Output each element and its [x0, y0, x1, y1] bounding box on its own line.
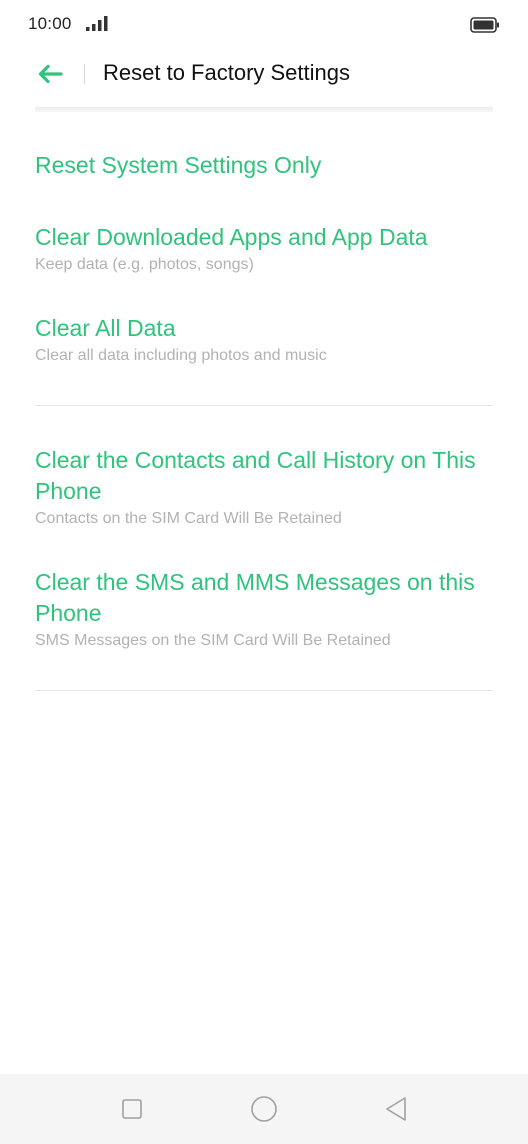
battery-icon — [470, 17, 499, 33]
option-title: Clear Downloaded Apps and App Data — [35, 224, 428, 250]
option-subtitle: SMS Messages on the SIM Card Will Be Ret… — [35, 632, 391, 649]
header-divider-bar — [35, 107, 493, 112]
circle-home-icon — [251, 1096, 277, 1122]
option-reset-system-settings[interactable]: Reset System Settings Only — [35, 150, 493, 181]
signal-strength-icon — [86, 16, 108, 31]
option-clear-all-data[interactable]: Clear All Data Clear all data including … — [35, 313, 493, 367]
header-divider — [84, 64, 85, 84]
option-title: Reset System Settings Only — [35, 152, 322, 178]
triangle-back-icon — [386, 1097, 406, 1121]
arrow-left-icon — [38, 64, 63, 84]
option-subtitle: Contacts on the SIM Card Will Be Retaine… — [35, 510, 342, 527]
status-time: 10:00 — [28, 14, 72, 33]
option-title: Clear All Data — [35, 315, 176, 341]
option-subtitle: Keep data (e.g. photos, songs) — [35, 256, 254, 273]
status-bar: 10:00 — [0, 0, 528, 50]
home-button[interactable] — [249, 1094, 279, 1124]
option-clear-contacts-call-history[interactable]: Clear the Contacts and Call History on T… — [35, 445, 493, 530]
section-divider — [35, 690, 493, 691]
page-title: Reset to Factory Settings — [103, 60, 350, 85]
square-recents-icon — [122, 1099, 142, 1119]
recents-button[interactable] — [117, 1094, 147, 1124]
option-title: Clear the Contacts and Call History on T… — [35, 447, 476, 504]
back-button[interactable] — [28, 56, 72, 92]
section-divider — [35, 405, 493, 406]
option-clear-sms-mms[interactable]: Clear the SMS and MMS Messages on this P… — [35, 567, 493, 652]
back-nav-button[interactable] — [381, 1094, 411, 1124]
option-clear-downloaded-apps[interactable]: Clear Downloaded Apps and App Data Keep … — [35, 222, 493, 276]
option-subtitle: Clear all data including photos and musi… — [35, 347, 327, 364]
option-title: Clear the SMS and MMS Messages on this P… — [35, 569, 475, 626]
navigation-bar — [0, 1074, 528, 1144]
header: Reset to Factory Settings — [0, 50, 528, 100]
